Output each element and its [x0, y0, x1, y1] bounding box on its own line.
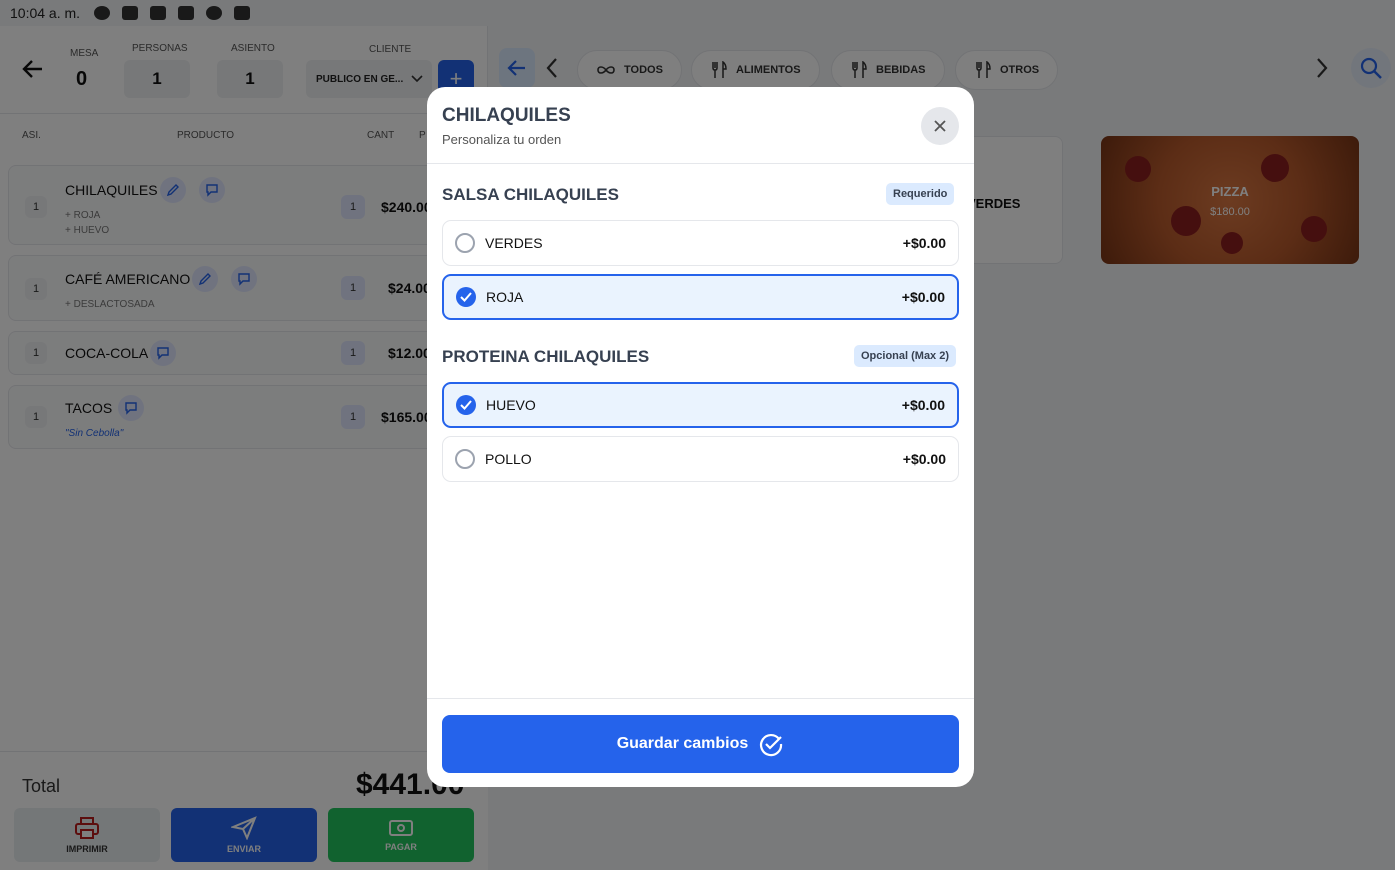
radio-unchecked-icon — [455, 233, 475, 253]
close-button[interactable] — [921, 107, 959, 145]
option-price: +$0.00 — [902, 451, 946, 467]
close-icon — [934, 120, 946, 132]
modal-header: CHILAQUILES Personaliza tu orden — [427, 87, 974, 164]
check-circle-icon — [456, 395, 476, 415]
option-huevo[interactable]: HUEVO +$0.00 — [442, 382, 959, 428]
option-name: HUEVO — [486, 397, 536, 413]
option-group-title: PROTEINA CHILAQUILES — [442, 347, 650, 366]
option-name: VERDES — [485, 235, 543, 251]
customize-order-modal: CHILAQUILES Personaliza tu orden SALSA C… — [427, 87, 974, 787]
option-price: +$0.00 — [902, 235, 946, 251]
optional-badge: Opcional (Max 2) — [854, 345, 957, 367]
modal-title: CHILAQUILES — [442, 105, 571, 126]
required-badge: Requerido — [886, 183, 955, 205]
save-label: Guardar cambios — [616, 735, 749, 752]
option-name: POLLO — [485, 451, 532, 467]
check-circle-icon — [760, 734, 783, 757]
option-price: +$0.00 — [901, 289, 945, 305]
option-price: +$0.00 — [901, 397, 945, 413]
option-name: ROJA — [486, 289, 524, 305]
check-circle-icon — [456, 287, 476, 307]
modal-subtitle: Personaliza tu orden — [442, 132, 562, 147]
option-group-title: SALSA CHILAQUILES — [442, 185, 619, 204]
option-roja[interactable]: ROJA +$0.00 — [442, 274, 959, 320]
option-pollo[interactable]: POLLO +$0.00 — [442, 436, 959, 482]
option-verdes[interactable]: VERDES +$0.00 — [442, 220, 959, 266]
radio-unchecked-icon — [455, 449, 475, 469]
save-changes-button[interactable]: Guardar cambios — [442, 715, 959, 773]
modal-footer: Guardar cambios — [427, 698, 974, 787]
